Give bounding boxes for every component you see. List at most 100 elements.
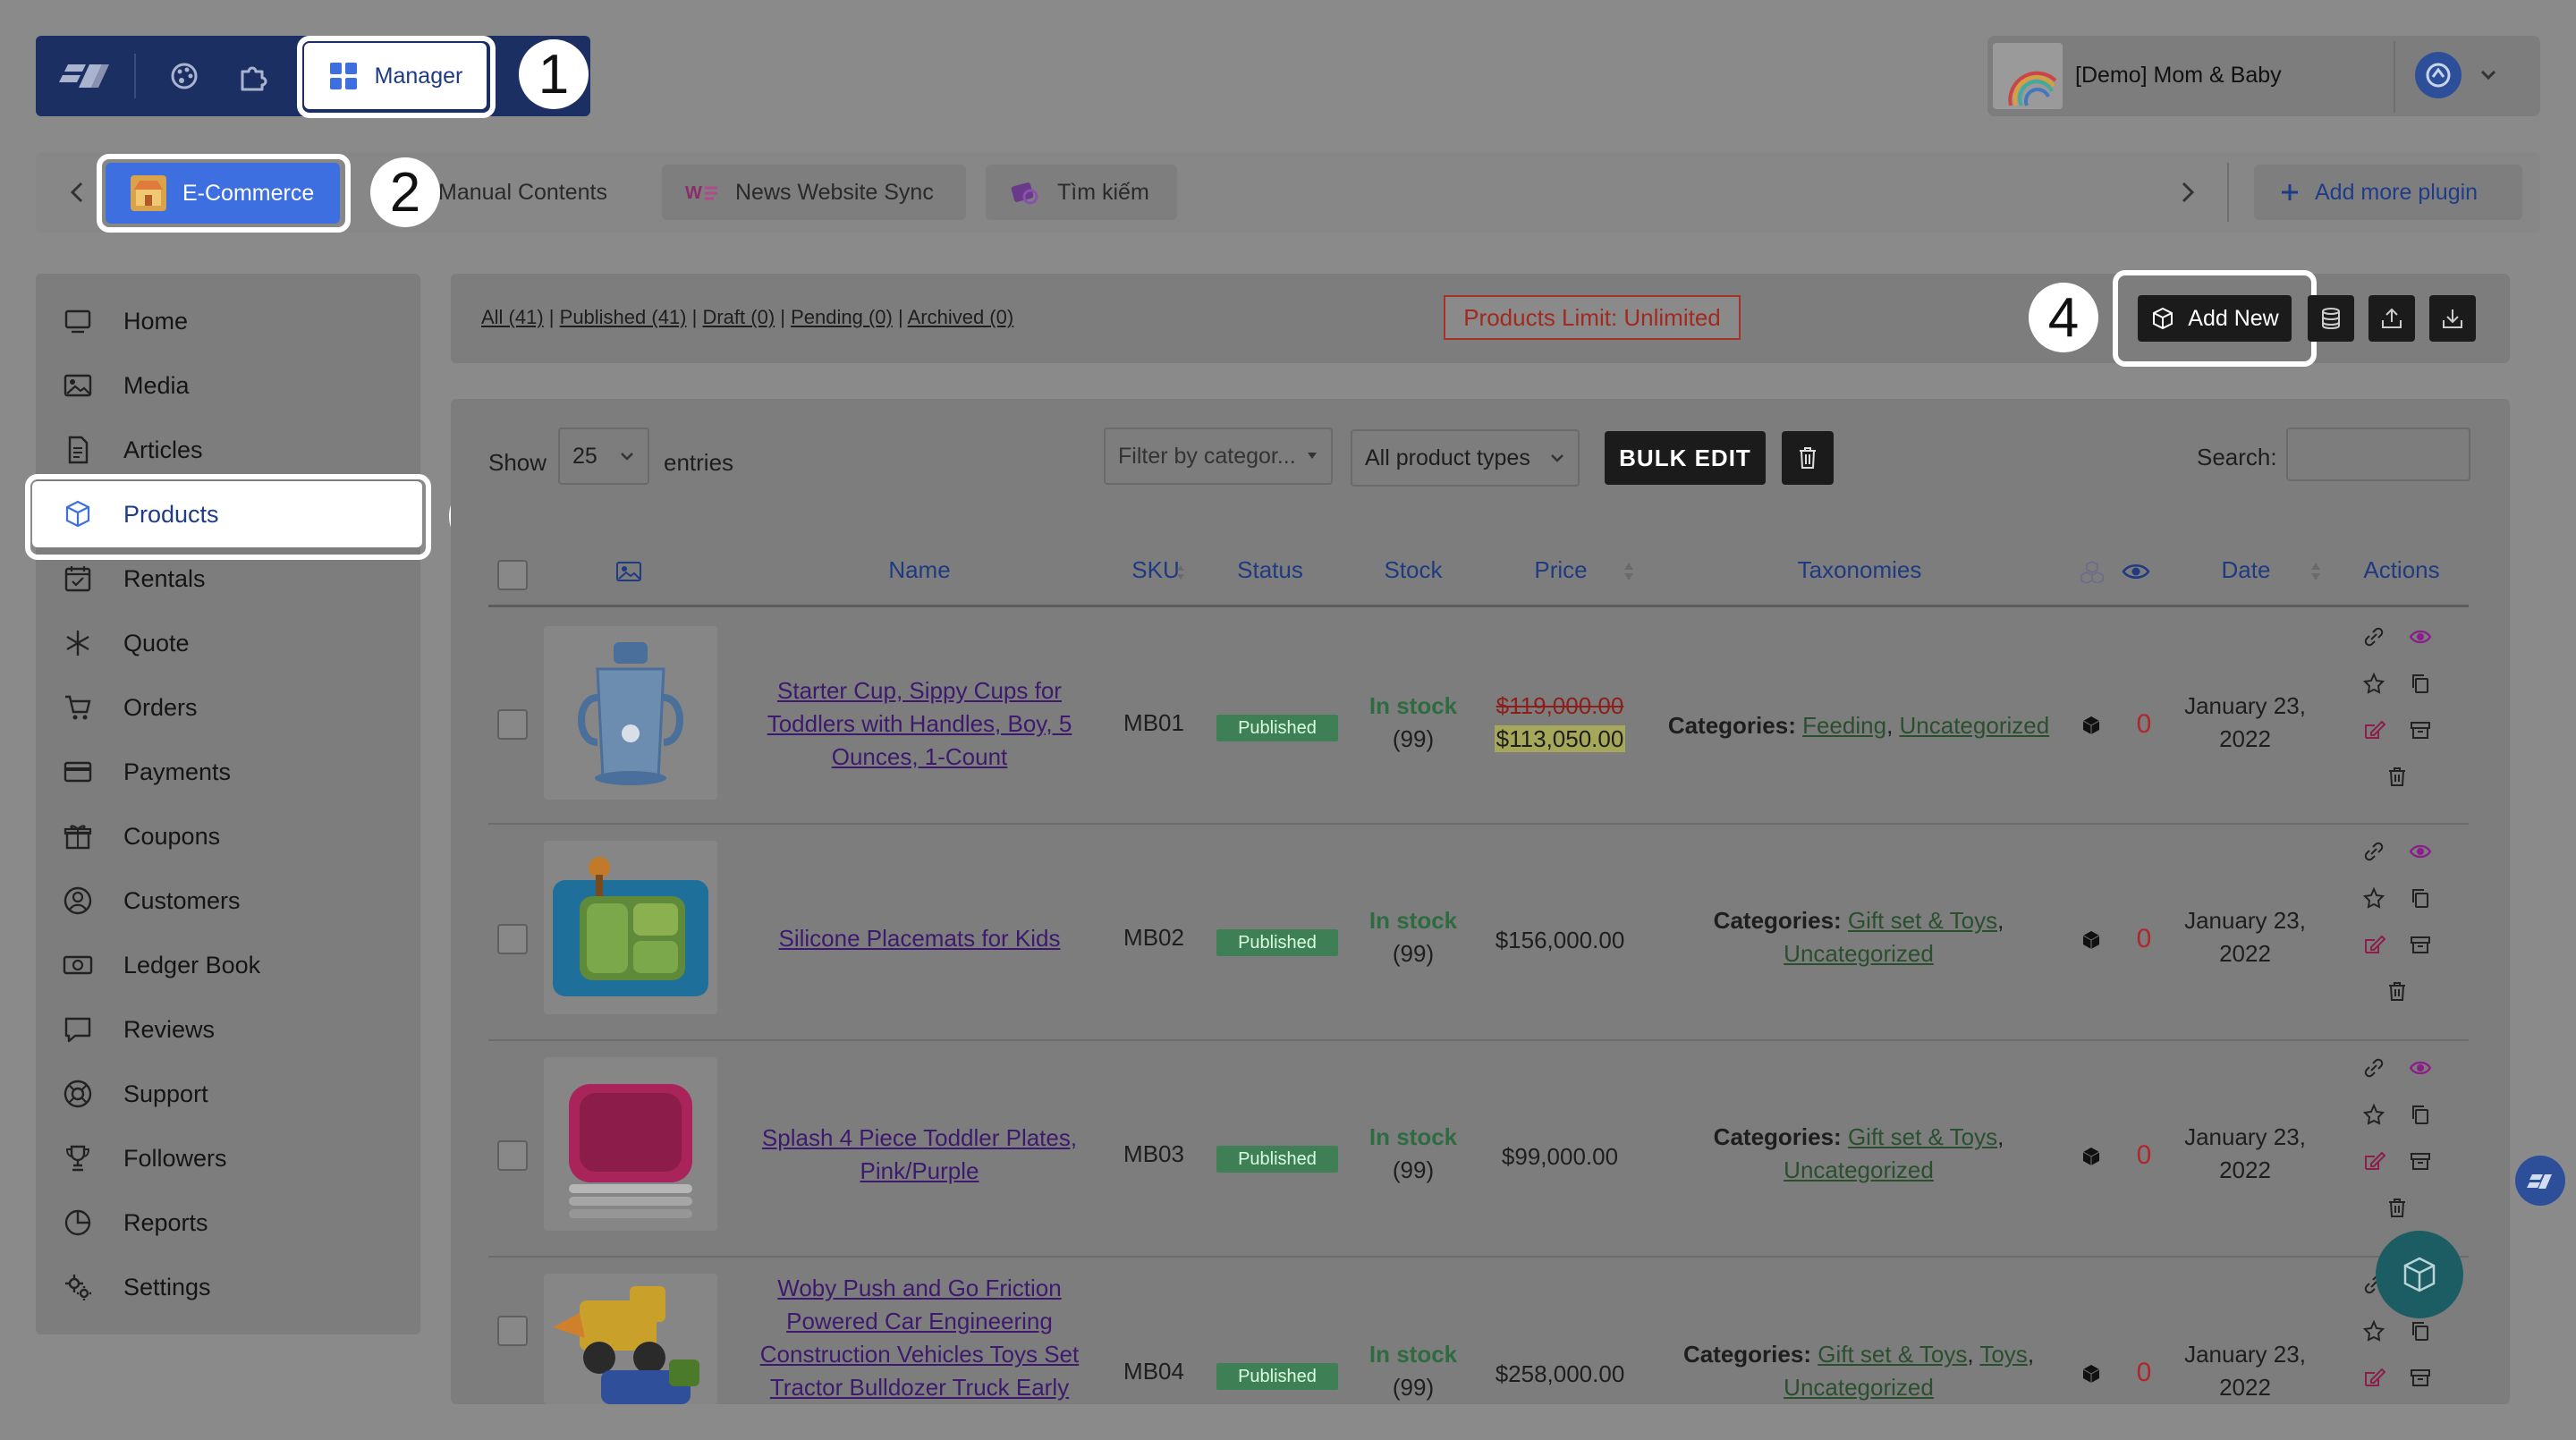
column-name[interactable]: Name — [823, 556, 1016, 584]
sidebar-item-coupons[interactable]: Coupons — [61, 809, 401, 863]
link-icon[interactable] — [2361, 839, 2386, 864]
sort-icon[interactable] — [1623, 560, 1635, 583]
category-link[interactable]: Gift set & Toys — [1848, 1123, 1997, 1150]
trash-icon[interactable] — [2385, 764, 2410, 789]
filter-all[interactable]: All (41) — [481, 306, 544, 328]
product-thumbnail-toy-trucks[interactable] — [544, 1274, 717, 1404]
sidebar-item-home[interactable]: Home — [61, 294, 401, 348]
add-more-plugin-button[interactable]: Add more plugin — [2254, 165, 2522, 220]
category-link[interactable]: Gift set & Toys — [1848, 907, 1997, 934]
row-checkbox[interactable] — [497, 1316, 528, 1346]
copy-icon[interactable] — [2408, 1102, 2433, 1127]
tab-manual-contents[interactable]: Manual Contents — [415, 165, 635, 220]
tab-news-website-sync[interactable]: W News Website Sync — [662, 165, 966, 220]
star-icon[interactable] — [2361, 885, 2386, 911]
manager-button[interactable]: Manager — [304, 43, 487, 109]
sidebar-item-followers[interactable]: Followers — [61, 1131, 401, 1185]
palette-icon[interactable] — [159, 51, 209, 101]
copy-icon[interactable] — [2408, 1318, 2433, 1343]
product-name-link[interactable]: Starter Cup, Sippy Cups for Toddlers with… — [750, 674, 1089, 774]
trash-icon[interactable] — [2385, 978, 2410, 1004]
select-all-checkbox[interactable] — [497, 560, 528, 590]
edit-icon[interactable] — [2361, 1365, 2386, 1390]
star-icon[interactable] — [2361, 1102, 2386, 1127]
row-checkbox[interactable] — [497, 1140, 528, 1171]
edit-icon[interactable] — [2361, 932, 2386, 957]
sidebar-item-customers[interactable]: Customers — [61, 874, 401, 928]
tab-tim-kiem[interactable]: Tìm kiếm — [986, 165, 1177, 220]
sidebar-item-media[interactable]: Media — [61, 359, 401, 412]
column-status[interactable]: Status — [1225, 556, 1315, 584]
category-link[interactable]: Uncategorized — [1784, 1374, 1934, 1401]
column-date[interactable]: Date — [2204, 556, 2288, 584]
edit-icon[interactable] — [2361, 1148, 2386, 1173]
chevron-right-icon[interactable] — [2175, 179, 2200, 206]
product-name-link[interactable]: Silicone Placemats for Kids — [750, 922, 1089, 955]
bulk-delete-button[interactable] — [1782, 431, 1834, 485]
star-icon[interactable] — [2361, 671, 2386, 696]
trash-icon[interactable] — [2385, 1195, 2410, 1220]
sidebar-item-payments[interactable]: Payments — [61, 745, 401, 799]
column-taxonomies[interactable]: Taxonomies — [1757, 556, 1962, 584]
search-input[interactable] — [2286, 428, 2470, 481]
floating-cube-button[interactable] — [2376, 1231, 2463, 1318]
sidebar-item-reports[interactable]: Reports — [61, 1196, 401, 1249]
user-avatar[interactable] — [2415, 52, 2462, 98]
chevron-down-icon[interactable] — [2478, 64, 2499, 86]
sidebar-item-ledger-book[interactable]: Ledger Book — [61, 938, 401, 992]
product-name-link[interactable]: Woby Push and Go Friction Powered Car Eng… — [750, 1272, 1089, 1404]
sort-icon[interactable] — [1175, 563, 1186, 581]
product-thumbnail-placemat[interactable] — [544, 841, 717, 1014]
eye-icon[interactable] — [2408, 839, 2433, 864]
category-link[interactable]: Feeding — [1802, 712, 1886, 739]
sidebar-item-rentals[interactable]: Rentals — [61, 552, 401, 606]
archive-icon[interactable] — [2408, 717, 2433, 742]
column-price[interactable]: Price — [1521, 556, 1601, 584]
sidebar-item-reviews[interactable]: Reviews — [61, 1003, 401, 1056]
sidebar-item-quote[interactable]: Quote — [61, 616, 401, 670]
category-filter[interactable]: Filter by categor... — [1104, 428, 1333, 485]
sidebar-item-articles[interactable]: Articles — [61, 423, 401, 477]
column-stock[interactable]: Stock — [1365, 556, 1462, 584]
filter-published[interactable]: Published (41) — [560, 306, 687, 328]
row-checkbox[interactable] — [497, 709, 528, 740]
chevron-left-icon[interactable] — [64, 179, 89, 206]
product-type-filter[interactable]: All product types — [1351, 429, 1580, 487]
sort-icon[interactable] — [2309, 560, 2322, 583]
category-link[interactable]: Uncategorized — [1900, 712, 2050, 739]
import-button[interactable] — [2429, 295, 2476, 342]
category-link[interactable]: Gift set & Toys — [1818, 1341, 1967, 1368]
entries-select[interactable]: 25 — [558, 428, 649, 485]
star-icon[interactable] — [2361, 1318, 2386, 1343]
copy-icon[interactable] — [2408, 671, 2433, 696]
product-thumbnail-sippy-cup[interactable] — [544, 626, 717, 800]
bulk-edit-button[interactable]: BULK EDIT — [1605, 431, 1766, 485]
category-link[interactable]: Uncategorized — [1784, 940, 1934, 967]
product-name-link[interactable]: Splash 4 Piece Toddler Plates, Pink/Purpl… — [750, 1122, 1089, 1188]
row-checkbox[interactable] — [497, 924, 528, 954]
add-new-product-button[interactable]: Add New — [2138, 295, 2292, 342]
filter-draft[interactable]: Draft (0) — [702, 306, 775, 328]
app-logo-icon[interactable] — [55, 52, 114, 100]
sidebar-item-orders[interactable]: Orders — [61, 681, 401, 734]
category-link[interactable]: Uncategorized — [1784, 1156, 1934, 1183]
link-icon[interactable] — [2361, 624, 2386, 649]
assistant-logo-button[interactable] — [2515, 1156, 2565, 1206]
sidebar-item-settings[interactable]: Settings — [61, 1260, 401, 1314]
archive-icon[interactable] — [2408, 1148, 2433, 1173]
archive-icon[interactable] — [2408, 1365, 2433, 1390]
archive-icon[interactable] — [2408, 932, 2433, 957]
sidebar-item-products[interactable]: Products — [61, 487, 401, 541]
sidebar-item-support[interactable]: Support — [61, 1067, 401, 1121]
tab-ecommerce[interactable]: E-Commerce — [106, 163, 340, 224]
puzzle-icon[interactable] — [227, 51, 277, 101]
link-icon[interactable] — [2361, 1055, 2386, 1080]
export-button[interactable] — [2368, 295, 2415, 342]
product-thumbnail-plates[interactable] — [544, 1057, 717, 1231]
eye-icon[interactable] — [2408, 1055, 2433, 1080]
database-button[interactable] — [2308, 295, 2354, 342]
filter-archived[interactable]: Archived (0) — [908, 306, 1014, 328]
category-link[interactable]: Toys — [1979, 1341, 2027, 1368]
edit-icon[interactable] — [2361, 717, 2386, 742]
eye-icon[interactable] — [2408, 624, 2433, 649]
